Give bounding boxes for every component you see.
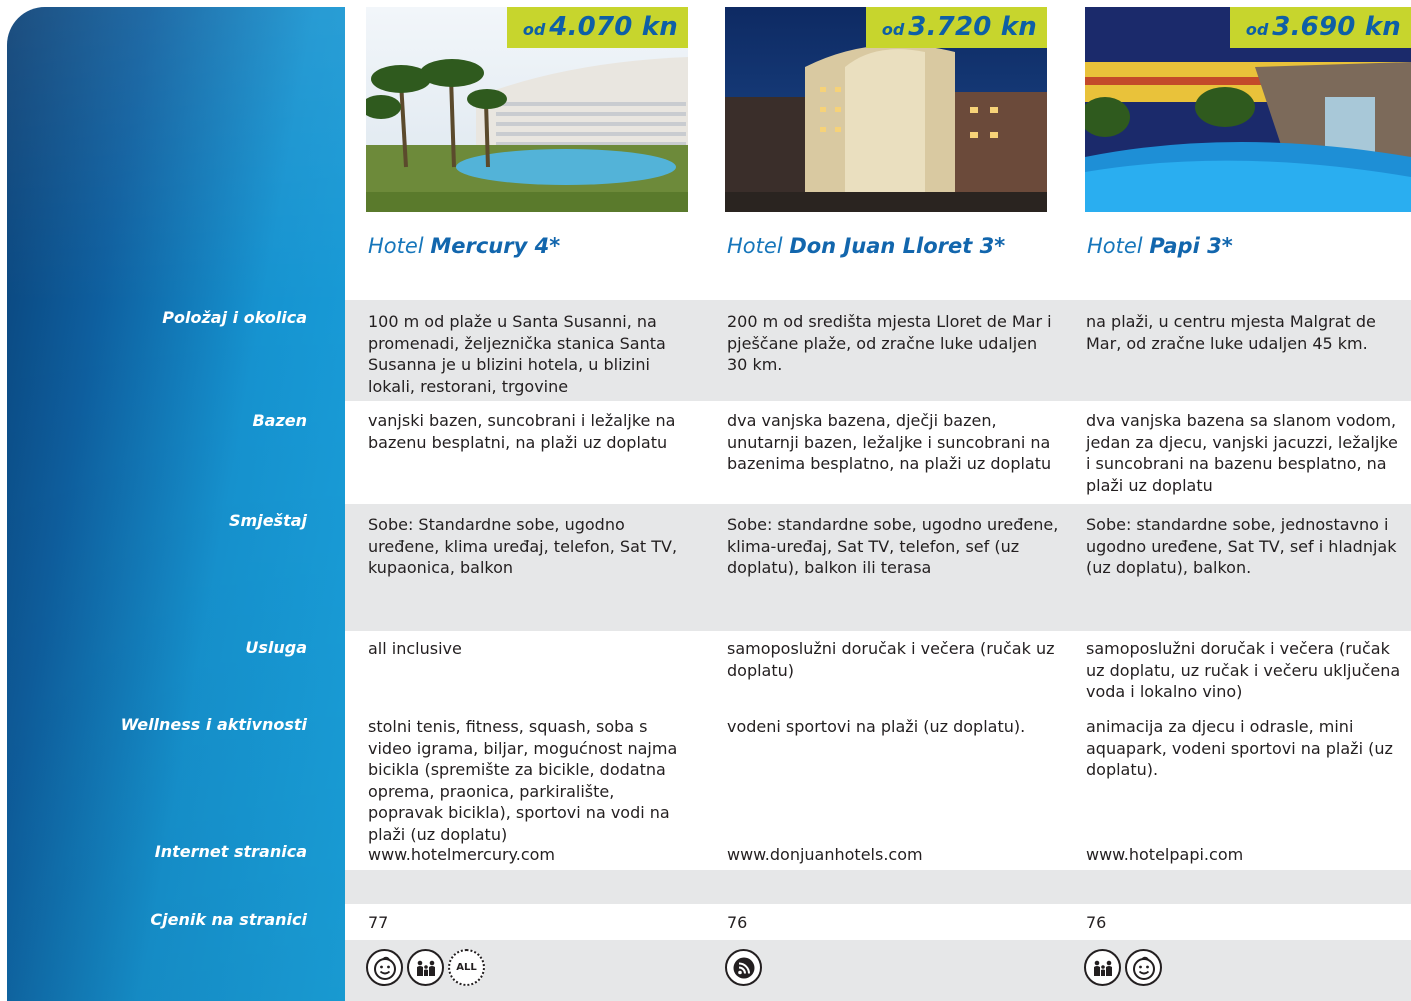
cell-price-page: 76	[1086, 913, 1107, 932]
price-prefix: od	[522, 20, 546, 39]
row-labels-sidebar: Položaj i okolica Bazen Smještaj Usluga …	[7, 7, 345, 1001]
cell-location: na plaži, u centru mjesta Malgrat de Mar…	[1086, 312, 1376, 353]
cell-wellness: animacija za djecu i odrasle, mini aquap…	[1086, 717, 1393, 779]
price-prefix: od	[1245, 20, 1269, 39]
hotel-name: Hotel Papi 3*	[1087, 234, 1233, 258]
row-divider	[345, 708, 1411, 710]
cell-accommodation: Sobe: Standardne sobe, ugodno uređene, k…	[368, 515, 678, 577]
family-icon	[407, 949, 444, 986]
wifi-icon	[725, 949, 762, 986]
band-spacer	[345, 870, 1411, 904]
amenity-icons	[725, 949, 762, 986]
price-amount: 4.070 kn	[549, 12, 678, 42]
label-location: Položaj i okolica	[162, 308, 307, 327]
row-divider	[345, 502, 1411, 504]
amenity-icons	[1084, 949, 1162, 986]
hotel-name: Hotel Mercury 4*	[368, 234, 560, 258]
cell-wellness: vodeni sportovi na plaži (uz doplatu).	[727, 717, 1026, 736]
cell-wellness: stolni tenis, fitness, squash, soba s vi…	[368, 717, 678, 844]
cell-location: 200 m od središta mjesta Lloret de Mar i…	[727, 312, 1052, 374]
price-amount: 3.690 kn	[1272, 12, 1401, 42]
price-tag: od 3.720 kn	[865, 7, 1047, 48]
hotel-name-prefix: Hotel	[1087, 234, 1143, 258]
hotel-name-prefix: Hotel	[727, 234, 783, 258]
cell-service: samoposlužni doručak i večera (ručak uz …	[727, 639, 1055, 680]
label-service: Usluga	[245, 638, 307, 657]
label-wellness: Wellness i aktivnosti	[120, 715, 307, 734]
hotel-name-value: Mercury 4*	[430, 234, 561, 258]
label-website: Internet stranica	[154, 842, 307, 861]
all-inclusive-icon: ALL	[448, 949, 485, 986]
hotel-name-prefix: Hotel	[368, 234, 424, 258]
cell-pool: dva vanjska bazena, dječji bazen, unutar…	[727, 411, 1052, 473]
amenity-icons: ALL	[366, 949, 485, 986]
hotel-name: Hotel Don Juan Lloret 3*	[727, 234, 1005, 258]
price-tag: od 3.690 kn	[1229, 7, 1411, 48]
cell-website[interactable]: www.donjuanhotels.com	[727, 844, 1057, 866]
cell-accommodation: Sobe: standardne sobe, ugodno uređene, k…	[727, 515, 1059, 577]
row-divider	[345, 401, 1411, 403]
cell-location: 100 m od plaže u Santa Susanni, na prome…	[368, 312, 666, 396]
cell-service: all inclusive	[368, 639, 462, 658]
kids-face-icon	[366, 949, 403, 986]
band-icons	[345, 940, 1411, 1001]
cell-website[interactable]: www.hotelpapi.com	[1086, 844, 1406, 866]
label-pool: Bazen	[252, 411, 307, 430]
cell-pool: dva vanjska bazena sa slanom vodom, jeda…	[1086, 411, 1398, 495]
price-prefix: od	[881, 20, 905, 39]
hotel-name-value: Papi 3*	[1149, 234, 1233, 258]
cell-service: samoposlužni doručak i večera (ručak uz …	[1086, 639, 1401, 701]
price-tag: od 4.070 kn	[506, 7, 688, 48]
price-amount: 3.720 kn	[908, 12, 1037, 42]
cell-pool: vanjski bazen, suncobrani i ležaljke na …	[368, 411, 676, 452]
kids-face-icon	[1125, 949, 1162, 986]
cell-price-page: 77	[368, 913, 389, 932]
label-price-page: Cjenik na stranici	[150, 910, 307, 929]
family-icon	[1084, 949, 1121, 986]
hotel-name-value: Don Juan Lloret 3*	[789, 234, 1006, 258]
label-accommodation: Smještaj	[229, 511, 307, 530]
cell-website[interactable]: www.hotelmercury.com	[368, 844, 698, 866]
all-inclusive-text: ALL	[456, 962, 477, 973]
cell-price-page: 76	[727, 913, 748, 932]
row-divider	[345, 631, 1411, 633]
cell-accommodation: Sobe: standardne sobe, jednostavno i ugo…	[1086, 515, 1397, 577]
